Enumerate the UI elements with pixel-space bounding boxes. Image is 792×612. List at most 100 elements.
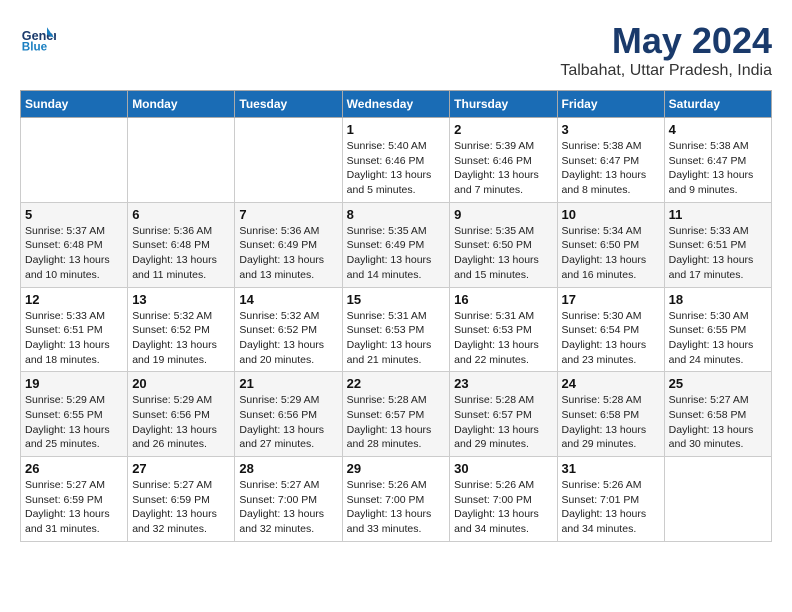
day-info: Sunrise: 5:26 AMSunset: 7:01 PMDaylight:… — [562, 479, 647, 535]
day-info: Sunrise: 5:27 AMSunset: 7:00 PMDaylight:… — [239, 479, 324, 535]
weekday-header: Tuesday — [235, 91, 342, 118]
day-number: 1 — [347, 122, 446, 137]
day-number: 4 — [669, 122, 767, 137]
day-number: 9 — [454, 207, 552, 222]
calendar-cell: 13 Sunrise: 5:32 AMSunset: 6:52 PMDaylig… — [128, 287, 235, 372]
calendar-cell: 1 Sunrise: 5:40 AMSunset: 6:46 PMDayligh… — [342, 118, 450, 203]
calendar-week-row: 12 Sunrise: 5:33 AMSunset: 6:51 PMDaylig… — [21, 287, 772, 372]
day-number: 2 — [454, 122, 552, 137]
day-number: 11 — [669, 207, 767, 222]
calendar-week-row: 5 Sunrise: 5:37 AMSunset: 6:48 PMDayligh… — [21, 202, 772, 287]
day-info: Sunrise: 5:32 AMSunset: 6:52 PMDaylight:… — [132, 310, 217, 366]
day-info: Sunrise: 5:33 AMSunset: 6:51 PMDaylight:… — [669, 225, 754, 281]
weekday-header: Saturday — [664, 91, 771, 118]
day-number: 19 — [25, 376, 123, 391]
calendar-cell: 18 Sunrise: 5:30 AMSunset: 6:55 PMDaylig… — [664, 287, 771, 372]
weekday-header: Monday — [128, 91, 235, 118]
calendar-cell: 29 Sunrise: 5:26 AMSunset: 7:00 PMDaylig… — [342, 457, 450, 542]
day-number: 16 — [454, 292, 552, 307]
day-info: Sunrise: 5:28 AMSunset: 6:57 PMDaylight:… — [347, 394, 432, 450]
day-number: 25 — [669, 376, 767, 391]
month-title: May 2024 — [560, 20, 772, 62]
svg-text:Blue: Blue — [22, 41, 48, 54]
day-number: 22 — [347, 376, 446, 391]
calendar-week-row: 19 Sunrise: 5:29 AMSunset: 6:55 PMDaylig… — [21, 372, 772, 457]
day-number: 7 — [239, 207, 337, 222]
weekday-header: Thursday — [450, 91, 557, 118]
calendar-cell: 28 Sunrise: 5:27 AMSunset: 7:00 PMDaylig… — [235, 457, 342, 542]
calendar-cell: 19 Sunrise: 5:29 AMSunset: 6:55 PMDaylig… — [21, 372, 128, 457]
day-number: 21 — [239, 376, 337, 391]
calendar-cell: 14 Sunrise: 5:32 AMSunset: 6:52 PMDaylig… — [235, 287, 342, 372]
calendar-cell: 23 Sunrise: 5:28 AMSunset: 6:57 PMDaylig… — [450, 372, 557, 457]
day-info: Sunrise: 5:32 AMSunset: 6:52 PMDaylight:… — [239, 310, 324, 366]
day-number: 18 — [669, 292, 767, 307]
day-info: Sunrise: 5:26 AMSunset: 7:00 PMDaylight:… — [454, 479, 539, 535]
day-info: Sunrise: 5:27 AMSunset: 6:59 PMDaylight:… — [25, 479, 110, 535]
day-number: 30 — [454, 461, 552, 476]
day-number: 15 — [347, 292, 446, 307]
day-info: Sunrise: 5:35 AMSunset: 6:49 PMDaylight:… — [347, 225, 432, 281]
calendar-cell: 12 Sunrise: 5:33 AMSunset: 6:51 PMDaylig… — [21, 287, 128, 372]
day-info: Sunrise: 5:31 AMSunset: 6:53 PMDaylight:… — [347, 310, 432, 366]
day-number: 5 — [25, 207, 123, 222]
day-info: Sunrise: 5:31 AMSunset: 6:53 PMDaylight:… — [454, 310, 539, 366]
weekday-header-row: SundayMondayTuesdayWednesdayThursdayFrid… — [21, 91, 772, 118]
day-number: 6 — [132, 207, 230, 222]
calendar-cell: 26 Sunrise: 5:27 AMSunset: 6:59 PMDaylig… — [21, 457, 128, 542]
calendar-table: SundayMondayTuesdayWednesdayThursdayFrid… — [20, 90, 772, 542]
calendar-cell — [664, 457, 771, 542]
calendar-cell: 3 Sunrise: 5:38 AMSunset: 6:47 PMDayligh… — [557, 118, 664, 203]
day-info: Sunrise: 5:37 AMSunset: 6:48 PMDaylight:… — [25, 225, 110, 281]
calendar-week-row: 26 Sunrise: 5:27 AMSunset: 6:59 PMDaylig… — [21, 457, 772, 542]
day-number: 28 — [239, 461, 337, 476]
calendar-cell: 31 Sunrise: 5:26 AMSunset: 7:01 PMDaylig… — [557, 457, 664, 542]
day-number: 31 — [562, 461, 660, 476]
weekday-header: Friday — [557, 91, 664, 118]
calendar-cell: 9 Sunrise: 5:35 AMSunset: 6:50 PMDayligh… — [450, 202, 557, 287]
day-number: 27 — [132, 461, 230, 476]
calendar-cell: 24 Sunrise: 5:28 AMSunset: 6:58 PMDaylig… — [557, 372, 664, 457]
calendar-cell: 27 Sunrise: 5:27 AMSunset: 6:59 PMDaylig… — [128, 457, 235, 542]
location-title: Talbahat, Uttar Pradesh, India — [560, 62, 772, 80]
title-area: May 2024 Talbahat, Uttar Pradesh, India — [560, 20, 772, 80]
weekday-header: Sunday — [21, 91, 128, 118]
day-number: 13 — [132, 292, 230, 307]
calendar-cell: 17 Sunrise: 5:30 AMSunset: 6:54 PMDaylig… — [557, 287, 664, 372]
day-number: 8 — [347, 207, 446, 222]
weekday-header: Wednesday — [342, 91, 450, 118]
calendar-cell: 11 Sunrise: 5:33 AMSunset: 6:51 PMDaylig… — [664, 202, 771, 287]
day-number: 20 — [132, 376, 230, 391]
day-info: Sunrise: 5:29 AMSunset: 6:56 PMDaylight:… — [132, 394, 217, 450]
calendar-cell: 25 Sunrise: 5:27 AMSunset: 6:58 PMDaylig… — [664, 372, 771, 457]
calendar-cell: 5 Sunrise: 5:37 AMSunset: 6:48 PMDayligh… — [21, 202, 128, 287]
day-info: Sunrise: 5:27 AMSunset: 6:59 PMDaylight:… — [132, 479, 217, 535]
day-info: Sunrise: 5:27 AMSunset: 6:58 PMDaylight:… — [669, 394, 754, 450]
day-info: Sunrise: 5:29 AMSunset: 6:55 PMDaylight:… — [25, 394, 110, 450]
calendar-cell: 30 Sunrise: 5:26 AMSunset: 7:00 PMDaylig… — [450, 457, 557, 542]
calendar-cell: 7 Sunrise: 5:36 AMSunset: 6:49 PMDayligh… — [235, 202, 342, 287]
day-info: Sunrise: 5:39 AMSunset: 6:46 PMDaylight:… — [454, 140, 539, 196]
calendar-week-row: 1 Sunrise: 5:40 AMSunset: 6:46 PMDayligh… — [21, 118, 772, 203]
calendar-cell — [21, 118, 128, 203]
day-number: 12 — [25, 292, 123, 307]
day-number: 3 — [562, 122, 660, 137]
day-info: Sunrise: 5:40 AMSunset: 6:46 PMDaylight:… — [347, 140, 432, 196]
day-info: Sunrise: 5:38 AMSunset: 6:47 PMDaylight:… — [562, 140, 647, 196]
calendar-cell: 15 Sunrise: 5:31 AMSunset: 6:53 PMDaylig… — [342, 287, 450, 372]
calendar-cell: 2 Sunrise: 5:39 AMSunset: 6:46 PMDayligh… — [450, 118, 557, 203]
day-info: Sunrise: 5:38 AMSunset: 6:47 PMDaylight:… — [669, 140, 754, 196]
day-number: 23 — [454, 376, 552, 391]
day-info: Sunrise: 5:30 AMSunset: 6:54 PMDaylight:… — [562, 310, 647, 366]
day-number: 14 — [239, 292, 337, 307]
calendar-cell: 6 Sunrise: 5:36 AMSunset: 6:48 PMDayligh… — [128, 202, 235, 287]
day-info: Sunrise: 5:29 AMSunset: 6:56 PMDaylight:… — [239, 394, 324, 450]
calendar-cell — [128, 118, 235, 203]
calendar-cell: 22 Sunrise: 5:28 AMSunset: 6:57 PMDaylig… — [342, 372, 450, 457]
logo-icon: General Blue — [20, 20, 56, 56]
day-number: 29 — [347, 461, 446, 476]
day-info: Sunrise: 5:28 AMSunset: 6:58 PMDaylight:… — [562, 394, 647, 450]
day-info: Sunrise: 5:36 AMSunset: 6:48 PMDaylight:… — [132, 225, 217, 281]
day-info: Sunrise: 5:35 AMSunset: 6:50 PMDaylight:… — [454, 225, 539, 281]
day-info: Sunrise: 5:26 AMSunset: 7:00 PMDaylight:… — [347, 479, 432, 535]
